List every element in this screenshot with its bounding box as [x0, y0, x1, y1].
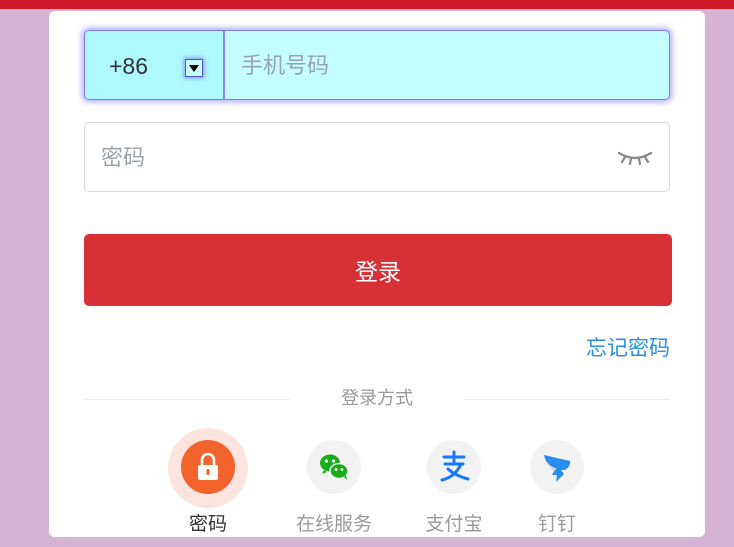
login-button[interactable]: 登录	[84, 234, 672, 306]
divider-right	[464, 399, 670, 400]
login-method-dingtalk[interactable]: 钉钉	[497, 428, 617, 536]
method-label: 支付宝	[425, 513, 483, 535]
eye-closed-icon[interactable]	[617, 149, 653, 165]
phone-field-group: +86	[84, 30, 670, 100]
country-code-select[interactable]: +86	[85, 31, 225, 99]
alipay-icon	[427, 440, 481, 494]
method-label: 密码	[188, 513, 227, 535]
top-bar	[0, 0, 734, 9]
dingtalk-icon	[530, 440, 584, 494]
password-input[interactable]	[99, 123, 603, 193]
method-label: 在线服务	[295, 513, 372, 535]
forgot-password-link[interactable]: 忘记密码	[586, 332, 670, 362]
lock-icon	[181, 440, 235, 494]
divider-left	[84, 399, 290, 400]
wechat-icon	[307, 440, 361, 494]
password-field-group	[84, 122, 670, 193]
login-method-alipay[interactable]: 支付宝	[394, 428, 514, 536]
phone-input[interactable]	[239, 31, 663, 99]
chevron-down-icon[interactable]	[185, 59, 203, 77]
login-methods-title: 登录方式	[341, 388, 413, 409]
method-label: 钉钉	[537, 513, 576, 535]
country-code-value: +86	[109, 53, 149, 79]
login-method-password[interactable]: 密码	[148, 428, 268, 536]
login-method-wechat[interactable]: 在线服务	[274, 428, 394, 536]
